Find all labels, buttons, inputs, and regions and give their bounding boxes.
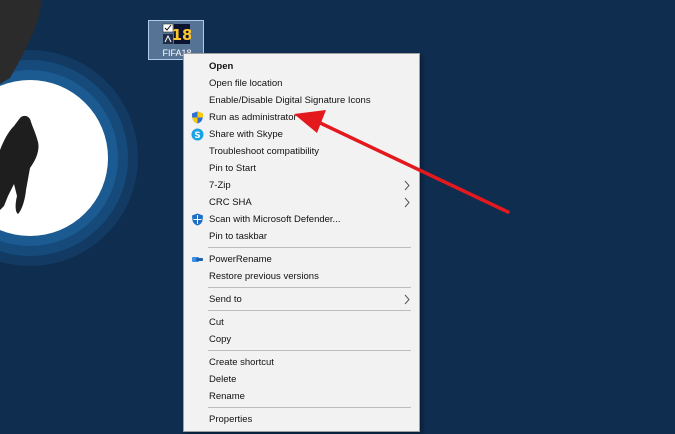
menu-item-label: Cut (209, 317, 224, 328)
menu-item-label: Troubleshoot compatibility (209, 146, 320, 157)
menu-item-properties[interactable]: Properties (184, 411, 419, 428)
menu-item-label: Enable/Disable Digital Signature Icons (209, 95, 371, 106)
menu-item-powerrename[interactable]: PowerRename (184, 251, 419, 268)
menu-item-label: CRC SHA (209, 197, 252, 208)
chevron-right-icon (404, 197, 410, 208)
menu-item-label: Pin to Start (209, 163, 256, 174)
menu-item-send-to[interactable]: Send to (184, 291, 419, 308)
menu-item-create-shortcut[interactable]: Create shortcut (184, 354, 419, 371)
menu-item-label: Restore previous versions (209, 271, 319, 282)
svg-text:S: S (194, 131, 200, 141)
menu-separator (208, 350, 411, 351)
defender-shield-icon (192, 213, 203, 226)
menu-item-label: Properties (209, 414, 253, 425)
menu-separator (208, 247, 411, 248)
chevron-right-icon (404, 294, 410, 305)
context-menu: Open Open file location Enable/Disable D… (183, 53, 420, 432)
menu-item-label: Run as administrator (209, 112, 297, 123)
uac-shield-icon (192, 111, 203, 124)
menu-item-open[interactable]: Open (184, 58, 419, 75)
skype-icon: S (191, 128, 204, 141)
menu-item-label: Delete (209, 374, 237, 385)
menu-item-label: PowerRename (209, 254, 272, 265)
menu-item-label: Share with Skype (209, 129, 283, 140)
menu-item-delete[interactable]: Delete (184, 371, 419, 388)
menu-item-label: Open (209, 61, 234, 72)
chevron-right-icon (404, 180, 410, 191)
menu-item-label: Open file location (209, 78, 283, 89)
menu-separator (208, 407, 411, 408)
menu-item-cut[interactable]: Cut (184, 314, 419, 331)
menu-item-label: Scan with Microsoft Defender... (209, 214, 341, 225)
menu-item-label: Send to (209, 294, 242, 305)
menu-item-label: Create shortcut (209, 357, 274, 368)
fifa18-icon: 18 (162, 23, 191, 44)
menu-item-label: Rename (209, 391, 245, 402)
menu-item-open-file-location[interactable]: Open file location (184, 75, 419, 92)
powerrename-icon (192, 257, 203, 262)
menu-separator (208, 310, 411, 311)
menu-item-crc-sha[interactable]: CRC SHA (184, 194, 419, 211)
menu-separator (208, 287, 411, 288)
menu-item-label: Copy (209, 334, 232, 345)
menu-item-troubleshoot-compatibility[interactable]: Troubleshoot compatibility (184, 143, 419, 160)
menu-item-restore-previous-versions[interactable]: Restore previous versions (184, 268, 419, 285)
menu-item-label: 7-Zip (209, 180, 231, 191)
menu-item-run-as-administrator[interactable]: Run as administrator (184, 109, 419, 126)
menu-item-pin-to-start[interactable]: Pin to Start (184, 160, 419, 177)
menu-item-signature-icons[interactable]: Enable/Disable Digital Signature Icons (184, 92, 419, 109)
menu-item-pin-to-taskbar[interactable]: Pin to taskbar (184, 228, 419, 245)
svg-text:18: 18 (172, 26, 191, 44)
menu-item-copy[interactable]: Copy (184, 331, 419, 348)
menu-item-label: Pin to taskbar (209, 231, 268, 242)
menu-item-7zip[interactable]: 7-Zip (184, 177, 419, 194)
menu-item-rename[interactable]: Rename (184, 388, 419, 405)
menu-item-share-with-skype[interactable]: S Share with Skype (184, 126, 419, 143)
menu-item-scan-with-defender[interactable]: Scan with Microsoft Defender... (184, 211, 419, 228)
